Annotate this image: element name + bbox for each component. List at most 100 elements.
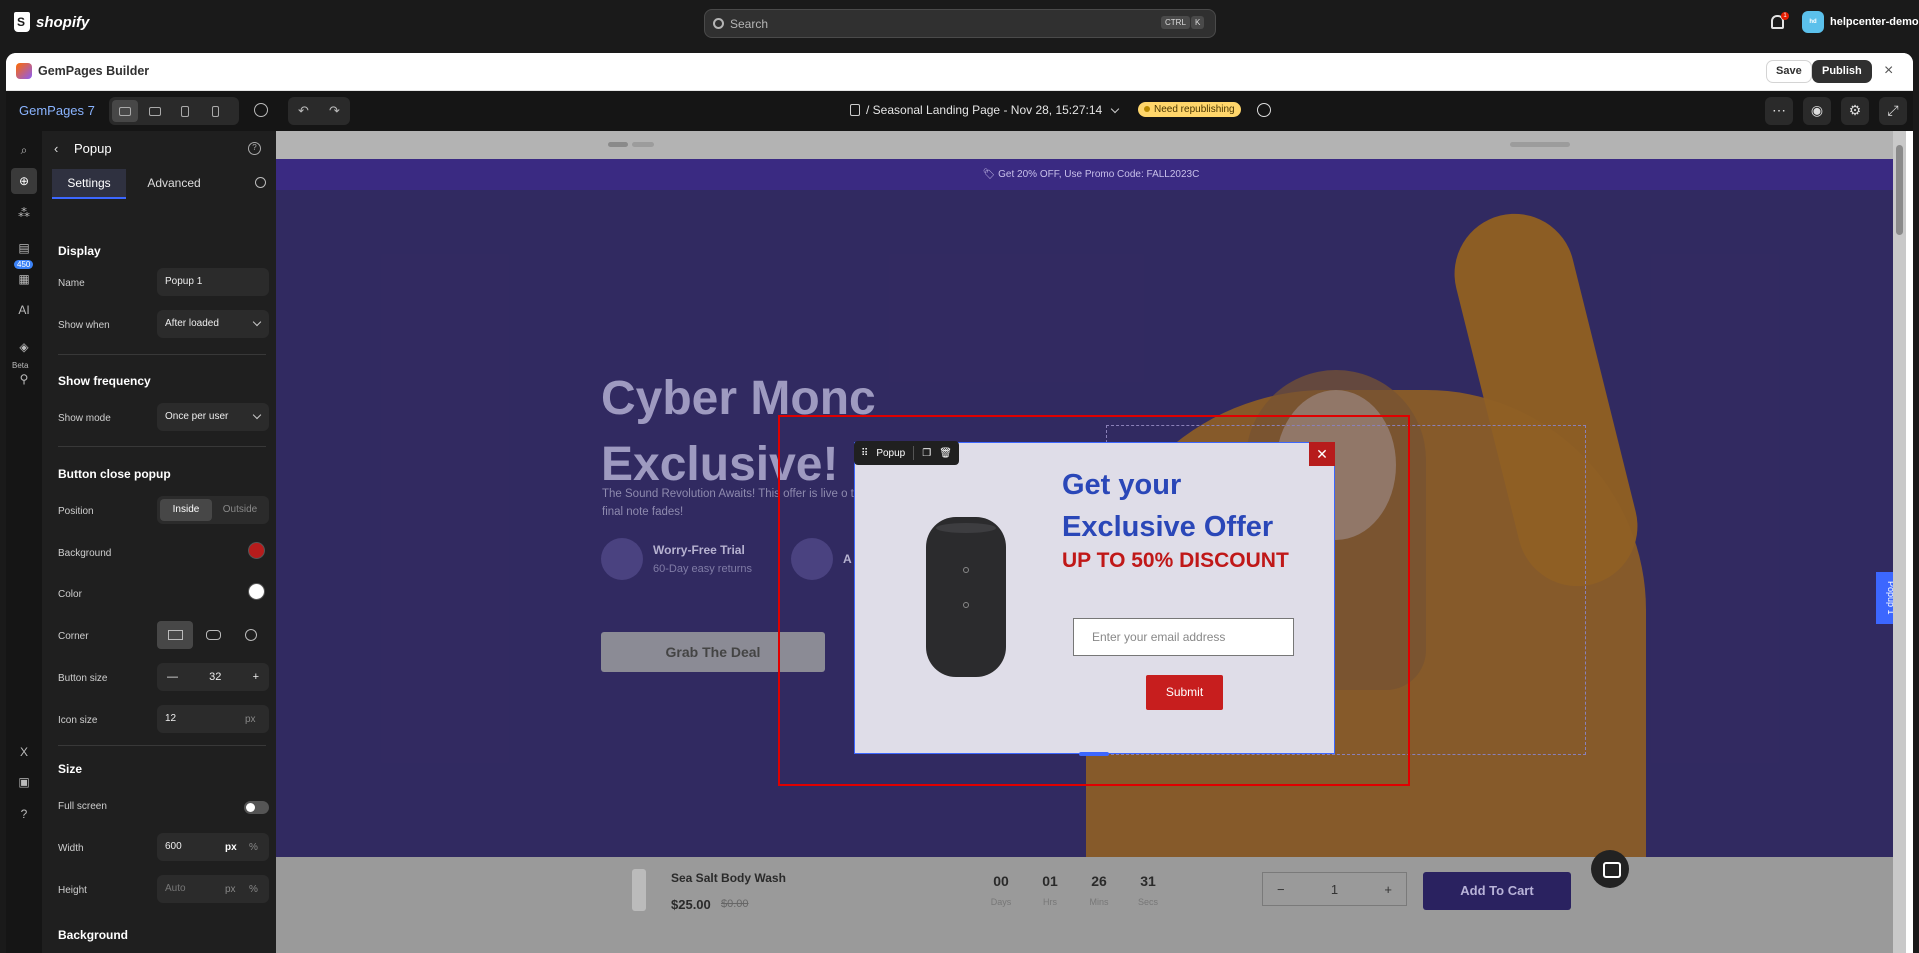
page-settings-button[interactable]: ⚙ — [1841, 97, 1869, 125]
width-label: Width — [58, 843, 84, 854]
search-icon — [713, 18, 724, 29]
globe-icon[interactable] — [1257, 103, 1271, 117]
shopify-logo[interactable]: shopify — [14, 12, 89, 32]
help-icon[interactable]: ? — [248, 142, 261, 155]
settings-panel: ‹ Popup ? Settings Advanced Display Name… — [42, 131, 276, 953]
scrollbar-thumb[interactable] — [1896, 145, 1903, 235]
elements-icon[interactable]: ⁂ — [15, 204, 33, 222]
pages-icon[interactable]: ▤ — [15, 239, 33, 257]
store-avatar: hd — [1802, 11, 1824, 33]
product-thumbnail — [632, 869, 646, 911]
show-when-value: After loaded — [165, 318, 219, 329]
popup-email-input[interactable]: Enter your email address — [1073, 618, 1294, 656]
undo-icon[interactable]: ↶ — [298, 103, 309, 119]
chevron-down-icon — [252, 410, 262, 420]
countdown-label: Mins — [1089, 897, 1109, 907]
quantity-stepper[interactable]: − 1 + — [1262, 872, 1407, 906]
icon-color-swatch[interactable] — [248, 583, 265, 600]
button-size-stepper[interactable]: — 32 + — [157, 663, 269, 691]
desktop-view-button[interactable] — [112, 100, 138, 122]
height-unit-px[interactable]: px — [225, 884, 236, 895]
popup-toolbar: ⠿ Popup ❐ 🗑 — [854, 441, 959, 465]
laptop-view-button[interactable] — [142, 100, 168, 122]
layers-icon[interactable]: ◈ — [15, 338, 33, 356]
show-mode-value: Once per user — [165, 411, 229, 422]
history-icon[interactable] — [254, 103, 268, 117]
tab-settings[interactable]: Settings — [52, 169, 126, 199]
qty-plus-button[interactable]: + — [1384, 882, 1392, 897]
speaker-product-image — [926, 517, 1006, 677]
add-to-cart-button[interactable]: Add To Cart — [1423, 872, 1571, 910]
save-button[interactable]: Save — [1766, 60, 1812, 83]
global-search-input[interactable]: Search CTRL K — [704, 9, 1216, 38]
corner-rounded-option[interactable] — [195, 621, 231, 649]
show-mode-select[interactable]: Once per user — [157, 403, 269, 431]
show-when-select[interactable]: After loaded — [157, 310, 269, 338]
height-unit-pct[interactable]: % — [249, 884, 258, 895]
help-icon[interactable]: ? — [15, 805, 33, 823]
x-brand-icon[interactable]: X — [15, 743, 33, 761]
countdown-days: 00 Days — [981, 873, 1021, 907]
chevron-down-icon — [252, 317, 262, 327]
kbd-ctrl: CTRL — [1161, 16, 1190, 29]
background-section-title: Background — [58, 928, 129, 942]
chat-support-icon[interactable] — [1591, 850, 1629, 888]
height-label: Height — [58, 885, 87, 896]
mobile-icon — [211, 105, 219, 117]
add-element-icon[interactable]: ⊕ — [11, 168, 37, 194]
close-app-icon[interactable]: × — [1884, 62, 1893, 80]
desktop-icon — [119, 106, 131, 116]
duplicate-icon[interactable]: ❐ — [922, 448, 931, 459]
publish-button[interactable]: Publish — [1812, 60, 1872, 83]
divider — [58, 354, 266, 355]
background-color-swatch[interactable] — [248, 542, 265, 559]
page-canvas[interactable]: 🏷 Get 20% OFF, Use Promo Code: FALL2023C… — [276, 131, 1906, 953]
qty-minus-button[interactable]: − — [1277, 882, 1285, 897]
popup-close-button[interactable]: ✕ — [1309, 442, 1335, 466]
width-unit-px[interactable]: px — [225, 842, 237, 853]
popup-name-input[interactable]: Popup 1 — [157, 268, 269, 296]
panel-search-icon[interactable] — [255, 177, 266, 188]
drag-handle-icon[interactable]: ⠿ — [861, 448, 868, 459]
width-unit-pct[interactable]: % — [249, 842, 258, 853]
page-selector[interactable]: / Seasonal Landing Page - Nov 28, 15:27:… — [850, 103, 1120, 117]
search-icon[interactable]: ⌕ — [15, 141, 33, 159]
more-options-button[interactable]: ⋯ — [1765, 97, 1793, 125]
full-screen-toggle[interactable] — [244, 801, 269, 814]
corner-square-option[interactable] — [157, 621, 193, 649]
delete-icon[interactable]: 🗑 — [939, 448, 952, 459]
status-badge: Need republishing — [1138, 102, 1241, 117]
tablet-view-button[interactable] — [172, 100, 198, 122]
kbd-k: K — [1191, 16, 1205, 29]
minus-icon[interactable]: — — [167, 671, 178, 683]
mobile-view-button[interactable] — [202, 100, 228, 122]
corner-circle-option[interactable] — [233, 621, 269, 649]
integrations-icon[interactable]: ⚲ — [15, 370, 33, 388]
preview-button[interactable]: ◉ — [1803, 97, 1831, 125]
device-switcher — [109, 97, 239, 125]
redo-icon[interactable]: ↷ — [329, 103, 340, 119]
countdown-value: 26 — [1091, 873, 1107, 889]
library-icon[interactable]: ▦ — [15, 270, 33, 288]
canvas-scrollbar[interactable] — [1893, 131, 1906, 953]
corner-label: Corner — [58, 631, 89, 642]
back-chevron-icon[interactable]: ‹ — [54, 141, 58, 156]
ai-icon[interactable]: AI — [15, 301, 33, 319]
plus-icon[interactable]: + — [253, 671, 259, 683]
page-icon — [850, 104, 860, 116]
clipboard-icon[interactable]: ▣ — [15, 773, 33, 791]
fullscreen-button[interactable]: ⤢ — [1879, 97, 1907, 125]
popup-heading-line-2: Exclusive Offer — [1062, 511, 1274, 543]
store-account-menu[interactable]: hd helpcenter-demo — [1802, 11, 1919, 33]
tab-advanced[interactable]: Advanced — [134, 169, 214, 199]
qty-value[interactable]: 1 — [1331, 882, 1338, 897]
countdown-value: 01 — [1042, 873, 1058, 889]
nav-placeholder — [632, 142, 654, 147]
popup-submit-button[interactable]: Submit — [1146, 675, 1223, 710]
box-icon — [601, 538, 643, 580]
button-size-value: 32 — [209, 671, 222, 683]
app-header: GemPages Builder Save Publish × — [6, 53, 1913, 91]
position-inside-option[interactable]: Inside — [160, 499, 212, 521]
position-outside-option[interactable]: Outside — [214, 499, 266, 521]
popup-resize-handle[interactable] — [1079, 752, 1109, 756]
